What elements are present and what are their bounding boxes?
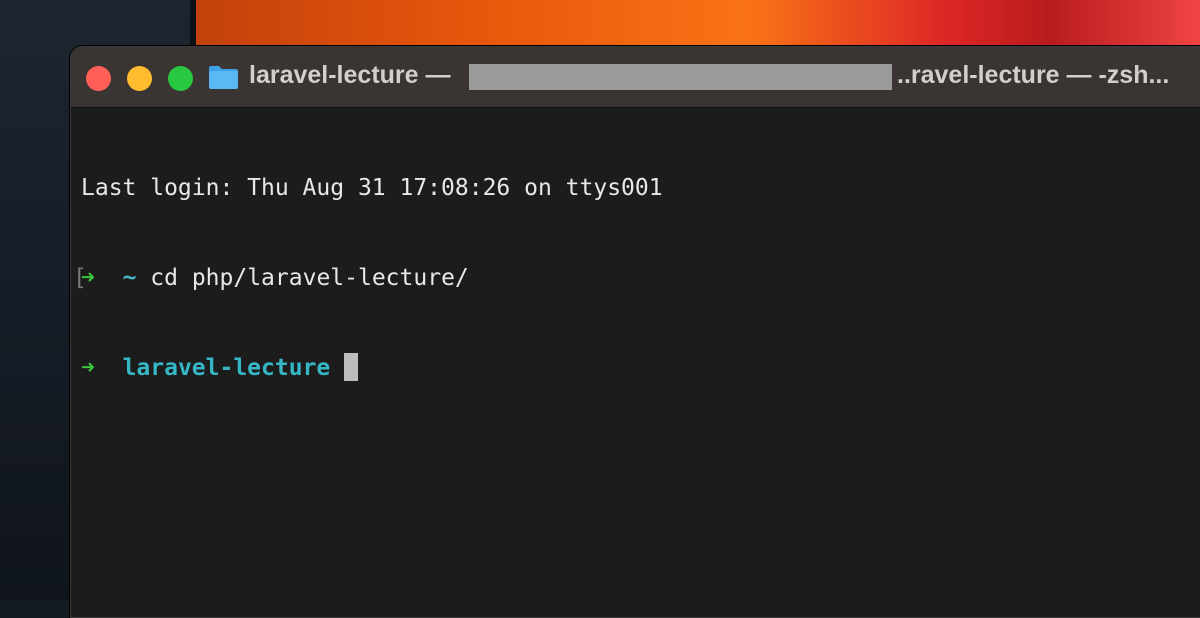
terminal-line[interactable]: ➜ laravel-lecture (81, 353, 663, 383)
redacted-title-segment (469, 64, 892, 90)
maximize-window-button[interactable] (168, 66, 193, 91)
command-text: cd php/laravel-lecture/ (150, 265, 469, 291)
line-marker: [ (73, 265, 87, 291)
terminal-line: [➜ ~ cd php/laravel-lecture/ (73, 263, 663, 293)
text-cursor (344, 353, 359, 381)
terminal-line: Last login: Thu Aug 31 17:08:26 on ttys0… (81, 173, 663, 203)
prompt-cwd: ~ (122, 265, 137, 291)
prompt-cwd: laravel-lecture (122, 355, 331, 381)
minimize-window-button[interactable] (127, 66, 152, 91)
terminal-output[interactable]: Last login: Thu Aug 31 17:08:26 on ttys0… (73, 113, 663, 443)
folder-icon (209, 66, 238, 89)
login-message: Last login: Thu Aug 31 17:08:26 on ttys0… (81, 175, 663, 201)
title-bar[interactable]: laravel-lecture — ..ravel-lecture — -zsh… (71, 47, 1200, 108)
window-title-right: ..ravel-lecture — -zsh... (897, 61, 1170, 89)
prompt-arrow-icon: ➜ (81, 355, 95, 381)
window-title-left: laravel-lecture — (249, 61, 451, 89)
terminal-window[interactable]: laravel-lecture — ..ravel-lecture — -zsh… (70, 46, 1200, 618)
close-window-button[interactable] (86, 66, 111, 91)
